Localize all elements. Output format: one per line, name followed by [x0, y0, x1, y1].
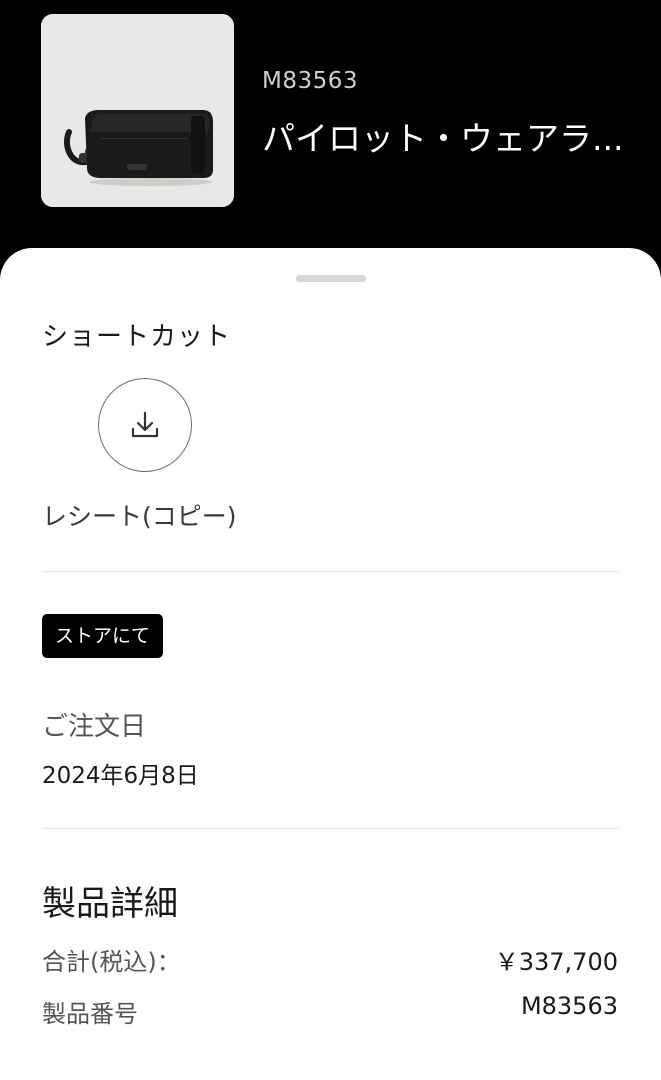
receipt-label[interactable]: レシート(コピー): [42, 497, 237, 533]
product-thumbnail[interactable]: [41, 14, 234, 207]
product-name: パイロット・ウェアラ...: [262, 119, 624, 158]
product-details-title: 製品詳細: [42, 884, 178, 924]
order-date-value: 2024年6月8日: [42, 763, 199, 789]
order-date-label: ご注文日: [42, 712, 147, 742]
bottom-sheet: ショートカット レシート(コピー) ストアにて ご注文日 2024年6月8日 製…: [0, 248, 661, 1080]
total-label: 合計(税込)：: [42, 948, 181, 976]
store-badge: ストアにて: [42, 614, 164, 658]
sheet-grabber[interactable]: [296, 275, 366, 282]
shortcuts-title: ショートカット: [42, 322, 232, 352]
product-number-label: 製品番号: [42, 1000, 138, 1028]
total-value: ￥337,700: [494, 948, 618, 976]
divider: [42, 828, 619, 829]
product-header: M83563 パイロット・ウェアラ...: [0, 0, 661, 250]
product-number-value: M83563: [520, 992, 618, 1020]
divider: [42, 571, 619, 572]
bag-image: [41, 14, 234, 207]
order-detail-screen: M83563 パイロット・ウェアラ... ショートカット レシート(コピー) ス…: [0, 0, 661, 1080]
product-sku: M83563: [262, 68, 359, 94]
download-icon: [131, 411, 159, 438]
receipt-download-button[interactable]: [98, 378, 192, 472]
